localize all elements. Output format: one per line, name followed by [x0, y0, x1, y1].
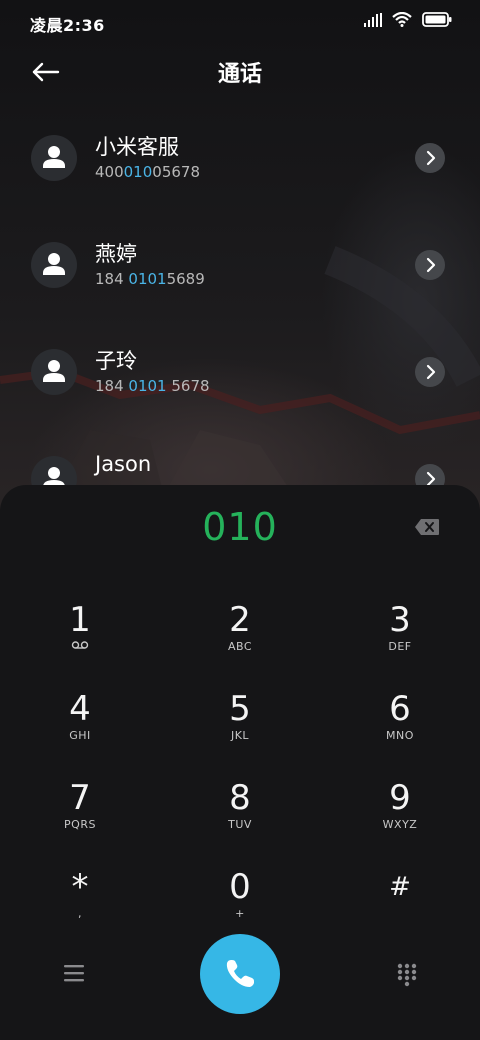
contact-number: 184 01015689: [95, 270, 205, 288]
contact-detail-button[interactable]: [415, 143, 445, 173]
key-1[interactable]: 1: [20, 601, 140, 671]
key-2[interactable]: 2 ABC: [180, 601, 300, 671]
dial-input[interactable]: 010: [0, 505, 480, 549]
avatar: [31, 242, 77, 288]
contact-name: 子玲: [95, 349, 137, 373]
chevron-right-icon: [426, 150, 436, 166]
header: 通话: [0, 44, 480, 100]
key-5[interactable]: 5 JKL: [180, 690, 300, 760]
voicemail-icon: [20, 640, 140, 653]
contact-number: 184 0101 5678: [95, 377, 210, 395]
backspace-icon: [415, 519, 439, 535]
key-9[interactable]: 9 WXYZ: [340, 779, 460, 849]
phone-icon: [226, 960, 254, 987]
battery-icon: [422, 12, 452, 31]
status-time: 凌晨2:36: [30, 16, 105, 35]
contact-item[interactable]: 燕婷 184 01015689: [0, 242, 480, 332]
contact-item[interactable]: 小米客服 40001005678: [0, 135, 480, 225]
contact-item[interactable]: 子玲 184 0101 5678: [0, 349, 480, 439]
person-icon: [43, 146, 65, 168]
wifi-icon: [392, 11, 412, 31]
key-4[interactable]: 4 GHI: [20, 690, 140, 760]
key-star[interactable]: * ,: [20, 868, 140, 938]
key-0[interactable]: 0 +: [180, 868, 300, 938]
chevron-right-icon: [426, 364, 436, 380]
status-bar: 凌晨2:36: [0, 0, 480, 44]
key-7[interactable]: 7 PQRS: [20, 779, 140, 849]
chevron-right-icon: [426, 257, 436, 273]
dialpad-button[interactable]: [397, 963, 417, 987]
avatar: [31, 349, 77, 395]
contact-name: Jason: [95, 452, 152, 476]
contact-detail-button[interactable]: [415, 357, 445, 387]
contact-detail-button[interactable]: [415, 250, 445, 280]
delete-button[interactable]: [414, 518, 440, 536]
dialpad-icon: [397, 963, 417, 987]
contact-name: 燕婷: [95, 242, 137, 266]
key-3[interactable]: 3 DEF: [340, 601, 460, 671]
contact-number: 40001005678: [95, 163, 200, 181]
key-hash[interactable]: #: [340, 868, 460, 938]
contact-name: 小米客服: [95, 135, 179, 159]
avatar: [31, 135, 77, 181]
key-8[interactable]: 8 TUV: [180, 779, 300, 849]
signal-icon: [364, 12, 382, 31]
menu-icon: [64, 965, 84, 982]
person-icon: [43, 360, 65, 382]
menu-button[interactable]: [63, 964, 85, 982]
person-icon: [43, 253, 65, 275]
page-title: 通话: [217, 62, 262, 87]
key-6[interactable]: 6 MNO: [340, 690, 460, 760]
call-button[interactable]: [200, 934, 280, 1014]
